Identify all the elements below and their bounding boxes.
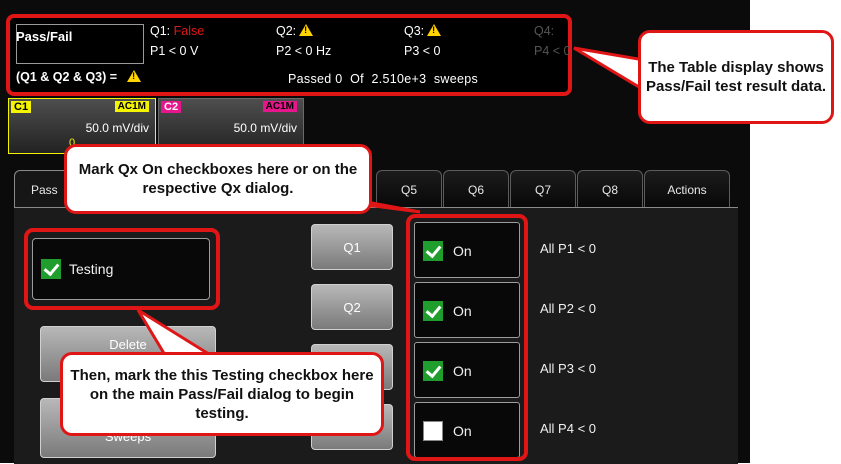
testing-callout: Then, mark the this Testing checkbox her… bbox=[60, 352, 384, 436]
table-callout-pointer bbox=[573, 46, 646, 93]
mark-qx-callout: Mark Qx On checkboxes here or on the res… bbox=[64, 144, 372, 214]
table-callout: The Table display shows Pass/Fail test r… bbox=[638, 30, 834, 124]
